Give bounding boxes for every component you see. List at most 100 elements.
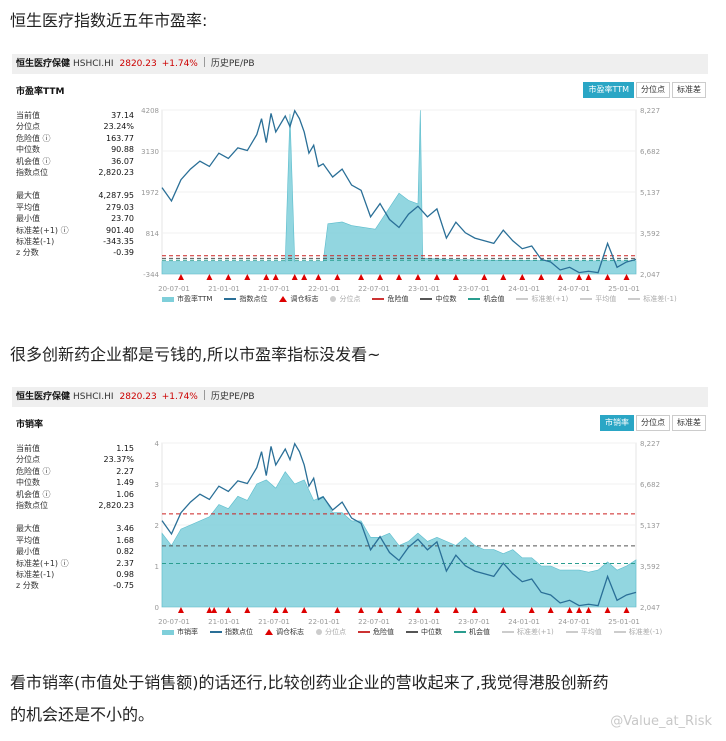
rebalance-marker — [301, 274, 308, 280]
x-tick: 21-01-01 — [208, 285, 240, 292]
legend-item[interactable]: 平均值 — [565, 627, 602, 637]
legend-item[interactable]: 标准差(+1) — [516, 294, 568, 304]
index-name: 恒生医疗保健 — [16, 392, 71, 402]
stat-row: 中位数 1.49 — [16, 478, 134, 488]
rebalance-marker — [433, 274, 440, 280]
stat-row: 最大值 4,287.95 — [16, 191, 134, 201]
tab-stddev[interactable]: 标准差 — [672, 415, 706, 431]
rebalance-marker — [358, 274, 365, 280]
x-tick: 23-01-01 — [408, 618, 440, 625]
heading-pe: 恒生医疗指数近五年市盈率: — [10, 11, 208, 30]
y-right-tick: 3,592 — [640, 563, 660, 571]
rebalance-marker — [396, 607, 402, 613]
rebalance-marker — [272, 274, 279, 280]
legend-item[interactable]: 调仓标志 — [265, 627, 304, 637]
rebalance-marker — [604, 274, 611, 280]
x-tick: 24-01-01 — [508, 618, 540, 625]
legend-item[interactable]: 分位点 — [330, 294, 360, 304]
stats-table: 当前值 1.15 分位点 23.37% 危险值 ⓘ 2.27 中位数 1.49 机会值 … — [16, 443, 134, 592]
rebalance-marker — [414, 607, 421, 613]
rebalance-marker — [206, 607, 213, 613]
rebalance-marker — [452, 274, 459, 280]
legend-item[interactable]: 市销率 — [162, 627, 198, 637]
legend-item[interactable]: 中位数 — [406, 627, 442, 637]
rebalance-marker — [481, 274, 488, 280]
x-tick: 21-07-01 — [258, 618, 290, 625]
stat-row: 最小值 23.70 — [16, 214, 134, 224]
index-price: 2820.23 — [119, 59, 157, 69]
stat-row: 危险值 ⓘ 2.27 — [16, 466, 134, 476]
y-left-tick: 3130 — [141, 148, 159, 156]
rebalance-marker — [334, 274, 341, 280]
legend-item[interactable]: 标准差(+1) — [502, 627, 554, 637]
legend-item[interactable]: 危险值 — [372, 294, 408, 304]
tab-pe-ttm[interactable]: 市盈率TTM — [583, 82, 634, 98]
index-change: +1.74% — [161, 392, 198, 402]
index-name: 恒生医疗保健 — [16, 59, 71, 69]
legend-item[interactable]: 机会值 — [468, 294, 504, 304]
index-price: 2820.23 — [119, 392, 157, 402]
history-pepb-link[interactable]: 历史PE/PB — [211, 392, 255, 402]
rebalance-marker — [471, 607, 478, 613]
ps-chart-panel: 恒生医疗保健 HSHCI.HI 2820.23 +1.74% 历史PE/PB 市销率 市… — [12, 387, 708, 647]
rebalance-marker — [225, 607, 232, 613]
metric-tabs: 市盈率TTM 分位点 标准差 — [581, 82, 706, 98]
rebalance-marker — [528, 607, 535, 613]
y-right-tick: 3,592 — [640, 230, 660, 238]
rebalance-marker — [557, 274, 564, 280]
legend-item[interactable]: 平均值 — [580, 294, 616, 304]
legend-item[interactable]: 危险值 — [358, 627, 394, 637]
x-tick: 22-07-01 — [358, 618, 390, 625]
tab-stddev[interactable]: 标准差 — [672, 82, 706, 98]
rebalance-marker — [547, 607, 554, 613]
rebalance-marker — [211, 607, 218, 613]
history-pepb-link[interactable]: 历史PE/PB — [211, 59, 255, 69]
legend-item[interactable]: 市盈率TTM — [162, 294, 212, 304]
stat-row: z 分数 -0.39 — [16, 248, 134, 258]
rebalance-marker — [500, 607, 507, 613]
rebalance-marker — [263, 274, 270, 280]
rebalance-marker — [272, 607, 279, 613]
y-right-tick: 8,227 — [640, 440, 660, 448]
rebalance-marker — [576, 607, 583, 613]
legend-item[interactable]: 指数点位 — [210, 627, 253, 637]
rebalance-marker — [177, 274, 184, 280]
stat-row: 标准差(+1) ⓘ 901.40 — [16, 225, 134, 235]
y-left-tick: -344 — [143, 271, 159, 279]
legend-item[interactable]: 机会值 — [454, 627, 490, 637]
rebalance-marker — [519, 274, 526, 280]
chart-title: 市盈率TTM — [16, 87, 65, 97]
x-tick: 21-07-01 — [258, 285, 290, 292]
legend-item[interactable]: 调仓标志 — [279, 294, 318, 304]
chart-title: 市销率 — [16, 420, 44, 430]
y-right-tick: 6,682 — [640, 148, 660, 156]
tab-ps[interactable]: 市销率 — [600, 415, 634, 431]
legend-item[interactable]: 标准差(-1) — [628, 294, 677, 304]
rebalance-marker — [225, 274, 232, 280]
y-left-tick: 1 — [155, 563, 159, 571]
tab-percentile[interactable]: 分位点 — [636, 415, 670, 431]
index-header: 恒生医疗保健 HSHCI.HI 2820.23 +1.74% 历史PE/PB — [12, 54, 708, 74]
legend-item[interactable]: 指数点位 — [224, 294, 267, 304]
legend-item[interactable]: 中位数 — [420, 294, 456, 304]
rebalance-marker — [177, 607, 184, 613]
tab-percentile[interactable]: 分位点 — [636, 82, 670, 98]
rebalance-marker — [623, 607, 630, 613]
x-tick: 23-01-01 — [408, 285, 440, 292]
rebalance-marker — [291, 274, 298, 280]
rebalance-marker — [585, 274, 592, 280]
rebalance-marker — [301, 607, 308, 613]
rebalance-marker — [623, 274, 630, 280]
pe-chart[interactable]: 4208 3130 1972 814 -344 8,227 6,682 5,137 3,592 2… — [140, 102, 666, 292]
metric-tabs: 市销率 分位点 标准差 — [598, 415, 706, 431]
y-right-tick: 2,047 — [640, 604, 660, 612]
y-left-tick: 2 — [155, 522, 159, 530]
stat-row: 当前值 37.14 — [16, 111, 134, 120]
x-tick: 22-01-01 — [308, 285, 340, 292]
stat-row: 指数点位 2,820.23 — [16, 501, 134, 511]
legend-item[interactable]: 标准差(-1) — [613, 627, 662, 637]
ps-chart[interactable]: 4 3 2 1 0 8,227 6,682 5,137 3,592 2,047 20-07-01 21… — [140, 435, 666, 625]
index-change: +1.74% — [161, 59, 198, 69]
x-tick: 21-01-01 — [208, 618, 240, 625]
legend-item[interactable]: 分位点 — [316, 627, 346, 637]
